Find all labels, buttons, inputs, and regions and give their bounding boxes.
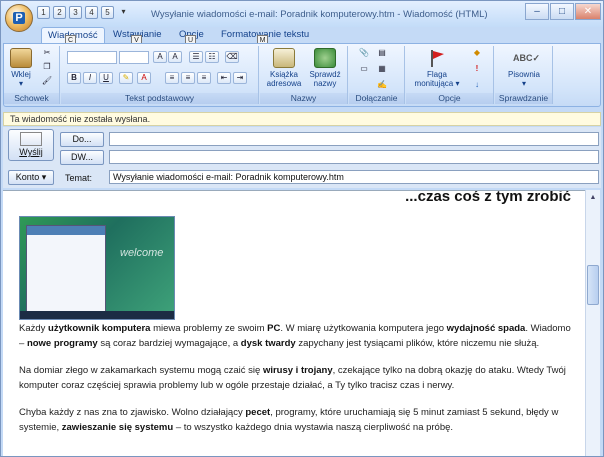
bullets-icon[interactable]: ☰ <box>189 51 203 63</box>
shrink-font-icon[interactable]: A <box>168 51 182 63</box>
low-importance-icon[interactable]: ↓ <box>470 80 484 92</box>
font-size-combo[interactable] <box>119 51 149 64</box>
account-button[interactable]: Konto ▾ <box>8 170 54 185</box>
cc-field[interactable] <box>109 150 599 164</box>
qat-key-2[interactable]: 2 <box>53 6 66 19</box>
highlight-icon[interactable]: ✎ <box>119 72 133 84</box>
indent-increase-icon[interactable]: ⇥ <box>233 72 247 84</box>
attach-file-icon[interactable]: 📎 <box>357 48 371 60</box>
qat-dropdown-icon[interactable]: ▾ <box>117 6 130 19</box>
vertical-scrollbar[interactable]: ▲ <box>585 190 600 456</box>
ribbon: Wklej ▾ ✂ ❐ 🖌 Schowek A A ☰ ☷ ⌫ B I U ✎ A… <box>3 43 601 107</box>
qat-key-4[interactable]: 4 <box>85 6 98 19</box>
paste-button[interactable]: Wklej ▾ <box>8 48 34 88</box>
body-heading: ...czas coś z tym zrobić <box>405 190 571 205</box>
business-card-icon[interactable]: ▭ <box>357 64 371 76</box>
group-label-tekst: Tekst podstawowy <box>61 93 258 104</box>
group-label-opcje: Opcje <box>406 93 493 104</box>
bold-button[interactable]: B <box>67 72 81 84</box>
spelling-button[interactable]: ABC✓ Pisownia ▾ <box>501 48 547 88</box>
spelling-icon: ABC✓ <box>513 53 541 63</box>
check-names-icon <box>314 48 336 68</box>
subject-field[interactable]: Wysyłanie wiadomości e-mail: Poradnik ko… <box>109 170 599 184</box>
group-label-schowek: Schowek <box>4 93 59 104</box>
qat-key-1[interactable]: 1 <box>37 6 50 19</box>
group-nazwy: Książka adresowa Sprawdź nazwy Nazwy <box>260 46 348 104</box>
maximize-button[interactable]: □ <box>550 3 574 20</box>
clear-format-icon[interactable]: ⌫ <box>225 51 239 63</box>
ribbon-tabs: Wiadomość Wstawianie Opcje Formatowanie … <box>1 27 603 45</box>
message-header: Wyślij Do... DW... Konto ▾ Temat: Wysyła… <box>3 127 601 188</box>
to-field[interactable] <box>109 132 599 146</box>
office-button[interactable]: P <box>5 4 33 32</box>
italic-button[interactable]: I <box>83 72 97 84</box>
close-button[interactable]: ✕ <box>575 3 601 20</box>
outlook-message-window: 1 2 3 4 5 ▾ Wysyłanie wiadomości e-mail:… <box>0 0 604 457</box>
follow-up-button[interactable]: Flaga monitująca ▾ <box>412 48 462 88</box>
group-label-nazwy: Nazwy <box>260 93 347 104</box>
red-flag-icon <box>427 48 447 68</box>
minimize-button[interactable]: – <box>525 3 549 20</box>
group-tekst: A A ☰ ☷ ⌫ B I U ✎ A ≡ ≡ ≡ ⇤ ⇥ Tekst pods… <box>61 46 259 104</box>
screenshot-window <box>26 225 106 315</box>
screenshot-welcome-text: welcome <box>120 247 164 259</box>
group-sprawdzanie: ABC✓ Pisownia ▾ Sprawdzanie <box>495 46 553 104</box>
qat-key-3[interactable]: 3 <box>69 6 82 19</box>
group-label-sprawdzanie: Sprawdzanie <box>495 93 552 104</box>
address-book-icon <box>273 48 295 68</box>
scroll-thumb[interactable] <box>587 265 599 305</box>
address-book-button[interactable]: Książka adresowa <box>266 48 302 88</box>
scroll-up-icon[interactable]: ▲ <box>587 192 599 204</box>
indent-decrease-icon[interactable]: ⇤ <box>217 72 231 84</box>
group-opcje: Flaga monitująca ▾ ◆ ! ↓ Opcje <box>406 46 494 104</box>
info-bar: Ta wiadomość nie została wysłana. <box>3 112 601 126</box>
categorize-icon[interactable]: ◆ <box>470 48 484 60</box>
paragraph-3: Chyba każdy z nas zna to zjawisko. Wolno… <box>19 407 559 433</box>
cc-button[interactable]: DW... <box>60 150 104 165</box>
paragraph-1: Każdy użytkownik komputera miewa problem… <box>19 323 571 349</box>
window-title: Wysyłanie wiadomości e-mail: Poradnik ko… <box>151 9 488 20</box>
format-painter-icon[interactable]: 🖌 <box>40 76 54 88</box>
align-left-icon[interactable]: ≡ <box>165 72 179 84</box>
font-color-icon[interactable]: A <box>137 72 151 84</box>
group-schowek: Wklej ▾ ✂ ❐ 🖌 Schowek <box>4 46 60 104</box>
qat-key-5[interactable]: 5 <box>101 6 114 19</box>
group-dolaczanie: 📎 ▤ ▭ ▦ ✍ Dołączanie <box>349 46 405 104</box>
title-bar: 1 2 3 4 5 ▾ Wysyłanie wiadomości e-mail:… <box>1 1 603 27</box>
check-names-button[interactable]: Sprawdź nazwy <box>306 48 344 88</box>
underline-button[interactable]: U <box>99 72 113 84</box>
send-icon <box>20 132 42 146</box>
paragraph-2: Na domiar złego w zakamarkach systemu mo… <box>19 365 566 391</box>
numbering-icon[interactable]: ☷ <box>205 51 219 63</box>
embedded-screenshot: welcome <box>19 216 175 320</box>
high-importance-icon[interactable]: ! <box>470 64 484 76</box>
quick-access-toolbar: 1 2 3 4 5 ▾ <box>37 6 130 19</box>
office-key-badge: P <box>13 12 25 24</box>
cut-icon[interactable]: ✂ <box>40 48 54 60</box>
grow-font-icon[interactable]: A <box>153 51 167 63</box>
screenshot-taskbar <box>20 311 174 319</box>
send-button[interactable]: Wyślij <box>8 129 54 161</box>
subject-label: Temat: <box>65 173 93 183</box>
signature-icon[interactable]: ✍ <box>375 80 389 92</box>
calendar-icon[interactable]: ▦ <box>375 64 389 76</box>
align-right-icon[interactable]: ≡ <box>197 72 211 84</box>
message-body[interactable]: ...czas coś z tym zrobić welcome Każdy u… <box>3 190 585 456</box>
to-button[interactable]: Do... <box>60 132 104 147</box>
group-label-dolaczanie: Dołączanie <box>349 93 404 104</box>
copy-icon[interactable]: ❐ <box>40 62 54 74</box>
align-center-icon[interactable]: ≡ <box>181 72 195 84</box>
paste-icon <box>10 48 32 68</box>
attach-item-icon[interactable]: ▤ <box>375 48 389 60</box>
font-name-combo[interactable] <box>67 51 117 64</box>
